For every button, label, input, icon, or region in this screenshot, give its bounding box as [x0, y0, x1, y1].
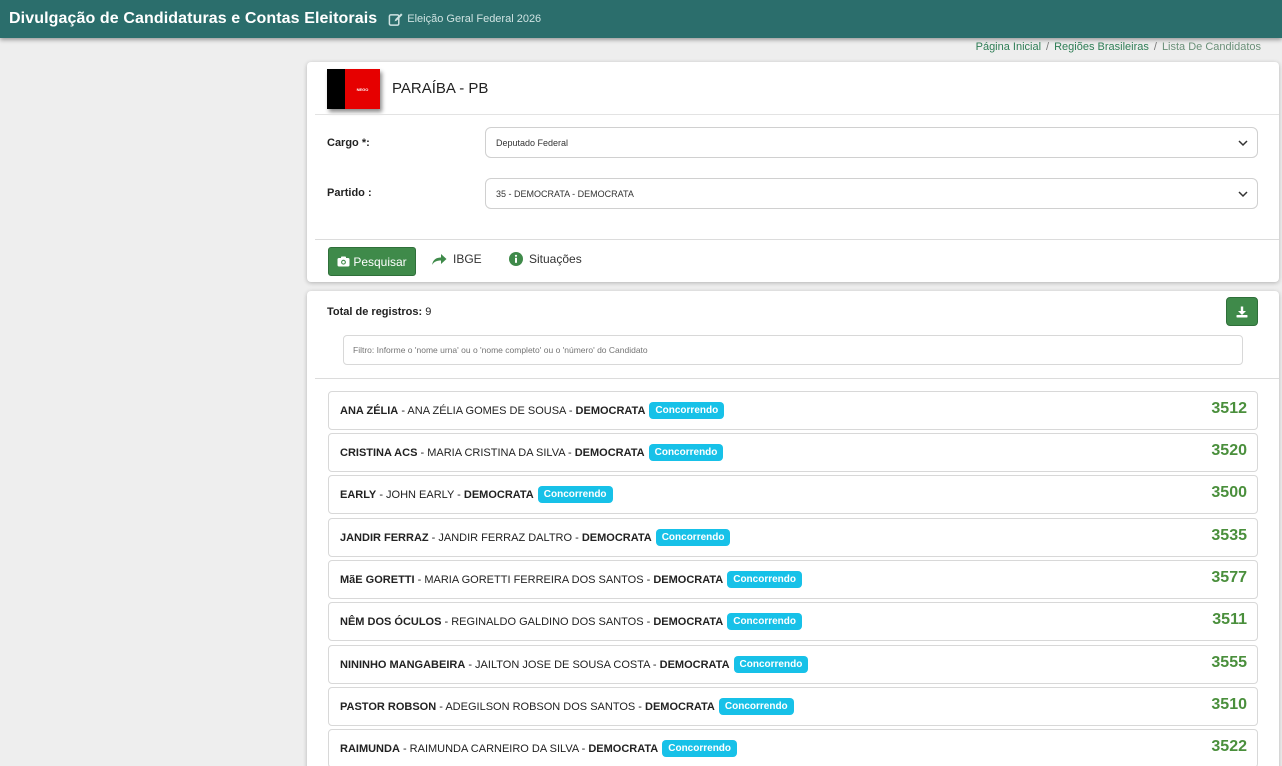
total-value: 9: [425, 306, 432, 318]
info-icon: [509, 252, 523, 266]
candidate-full-name: - JANDIR FERRAZ DALTRO -: [428, 531, 582, 544]
cargo-label: Cargo *:: [327, 137, 370, 149]
divider: [315, 239, 1279, 240]
results-panel: Total de registros: 9 ANA ZÉLIA - ANA ZÉ…: [307, 291, 1279, 766]
candidate-urna-name: NININHO MANGABEIRA: [340, 658, 466, 671]
breadcrumb-separator: /: [1153, 41, 1157, 53]
candidate-full-name: - ANA ZÉLIA GOMES DE SOUSA -: [398, 404, 576, 417]
share-arrow-icon: [432, 253, 447, 265]
state-title: PARAÍBA - PB: [392, 80, 489, 97]
partido-value: 35 - DEMOCRATA - DEMOCRATA: [496, 188, 634, 199]
download-icon: [1236, 306, 1248, 317]
candidate-party: DEMOCRATA: [653, 615, 724, 628]
candidate-row[interactable]: PASTOR ROBSON - ADEGILSON ROBSON DOS SAN…: [328, 687, 1258, 726]
status-badge: Concorrendo: [537, 486, 613, 503]
breadcrumb-home[interactable]: Página Inicial: [976, 41, 1041, 53]
candidate-party: DEMOCRATA: [653, 573, 724, 586]
candidate-full-name: - MARIA GORETTI FERREIRA DOS SANTOS -: [414, 573, 654, 586]
candidate-row[interactable]: EARLY - JOHN EARLY - DEMOCRATA Concorrend…: [328, 475, 1258, 514]
breadcrumb: Página Inicial / Regiões Brasileiras / Lista…: [976, 41, 1261, 53]
candidate-number: 3511: [1212, 611, 1247, 628]
candidate-full-name: - ADEGILSON ROBSON DOS SANTOS -: [436, 700, 646, 713]
candidate-number: 3520: [1211, 442, 1247, 459]
candidate-number: 3555: [1211, 654, 1247, 671]
search-button-label: Pesquisar: [353, 254, 407, 269]
cargo-value: Deputado Federal: [496, 137, 569, 148]
candidate-filter-input[interactable]: [343, 335, 1243, 365]
candidate-row[interactable]: JANDIR FERRAZ - JANDIR FERRAZ DALTRO - D…: [328, 518, 1258, 557]
total-label: Total de registros:: [327, 306, 423, 318]
candidate-party: DEMOCRATA: [581, 531, 652, 544]
candidate-row[interactable]: ANA ZÉLIA - ANA ZÉLIA GOMES DE SOUSA - D…: [328, 391, 1258, 430]
election-name: Eleição Geral Federal 2026: [407, 13, 542, 25]
state-flag: NEGO: [327, 69, 380, 109]
status-badge: Concorrendo: [649, 402, 725, 419]
candidate-row[interactable]: NININHO MANGABEIRA - JAILTON JOSE DE SOU…: [328, 645, 1258, 684]
total-records: Total de registros: 9: [327, 306, 431, 318]
status-badge: Concorrendo: [718, 698, 794, 715]
candidate-party: DEMOCRATA: [645, 700, 715, 713]
candidate-number: 3577: [1211, 569, 1247, 586]
breadcrumb-regions[interactable]: Regiões Brasileiras: [1054, 41, 1149, 53]
candidate-party: DEMOCRATA: [574, 446, 645, 459]
chevron-down-icon: [1238, 191, 1248, 198]
candidate-full-name: - JOHN EARLY -: [376, 488, 464, 501]
candidate-urna-name: PASTOR ROBSON: [340, 700, 437, 713]
cargo-select[interactable]: Deputado Federal: [485, 127, 1258, 158]
flag-text: NEGO: [356, 86, 369, 92]
status-badge: Concorrendo: [662, 740, 738, 757]
edit-icon: [388, 12, 403, 26]
candidate-urna-name: JANDIR FERRAZ: [340, 531, 429, 544]
candidate-full-name: - JAILTON JOSE DE SOUSA COSTA -: [465, 658, 660, 671]
divider: [315, 378, 1279, 379]
situacoes-link-label: Situações: [529, 252, 582, 266]
partido-select[interactable]: 35 - DEMOCRATA - DEMOCRATA: [485, 178, 1258, 209]
candidate-party: DEMOCRATA: [588, 742, 659, 755]
ibge-link[interactable]: IBGE: [431, 252, 482, 266]
candidate-number: 3535: [1211, 527, 1247, 544]
status-badge: Concorrendo: [733, 656, 809, 673]
ibge-link-label: IBGE: [453, 252, 482, 266]
candidate-number: 3510: [1211, 696, 1247, 713]
status-badge: Concorrendo: [727, 613, 802, 630]
candidate-row[interactable]: MãE GORETTI - MARIA GORETTI FERREIRA DOS…: [328, 560, 1258, 599]
flag-black-band: [327, 69, 345, 109]
app-title[interactable]: Divulgação de Candidaturas e Contas Elei…: [9, 10, 377, 28]
partido-label: Partido :: [327, 187, 372, 199]
candidate-number: 3512: [1211, 400, 1247, 417]
status-badge: Concorrendo: [727, 571, 802, 588]
top-bar: Divulgação de Candidaturas e Contas Elei…: [0, 0, 1282, 38]
candidate-urna-name: NÊM DOS ÓCULOS: [340, 615, 442, 628]
search-button[interactable]: Pesquisar: [328, 247, 416, 276]
status-badge: Concorrendo: [655, 529, 731, 546]
candidate-urna-name: MãE GORETTI: [340, 573, 415, 586]
camera-icon: [337, 256, 350, 267]
candidate-party: DEMOCRATA: [463, 488, 534, 501]
candidate-urna-name: ANA ZÉLIA: [340, 404, 399, 417]
divider: [315, 114, 1279, 115]
candidate-urna-name: EARLY: [340, 488, 377, 501]
candidate-number: 3522: [1211, 738, 1247, 755]
candidate-row[interactable]: NÊM DOS ÓCULOS - REGINALDO GALDINO DOS S…: [328, 602, 1258, 641]
search-panel: NEGO PARAÍBA - PB Cargo *: Deputado Fede…: [307, 62, 1279, 282]
breadcrumb-current: Lista De Candidatos: [1161, 41, 1261, 53]
flag-red-band: NEGO: [345, 69, 380, 109]
candidate-full-name: - REGINALDO GALDINO DOS SANTOS -: [441, 615, 654, 628]
breadcrumb-separator: /: [1046, 41, 1050, 53]
candidate-row[interactable]: RAIMUNDA - RAIMUNDA CARNEIRO DA SILVA - …: [328, 729, 1258, 766]
candidate-urna-name: CRISTINA ACS: [340, 446, 418, 459]
candidate-party: DEMOCRATA: [575, 404, 646, 417]
chevron-down-icon: [1238, 140, 1248, 147]
candidate-party: DEMOCRATA: [659, 658, 730, 671]
download-button[interactable]: [1226, 297, 1258, 326]
candidate-full-name: - RAIMUNDA CARNEIRO DA SILVA -: [399, 742, 589, 755]
status-badge: Concorrendo: [648, 444, 724, 461]
candidate-row[interactable]: CRISTINA ACS - MARIA CRISTINA DA SILVA -…: [328, 433, 1258, 472]
candidate-number: 3500: [1211, 484, 1247, 501]
candidate-full-name: - MARIA CRISTINA DA SILVA -: [417, 446, 575, 459]
situacoes-link[interactable]: Situações: [509, 252, 582, 266]
candidate-urna-name: RAIMUNDA: [340, 742, 400, 755]
